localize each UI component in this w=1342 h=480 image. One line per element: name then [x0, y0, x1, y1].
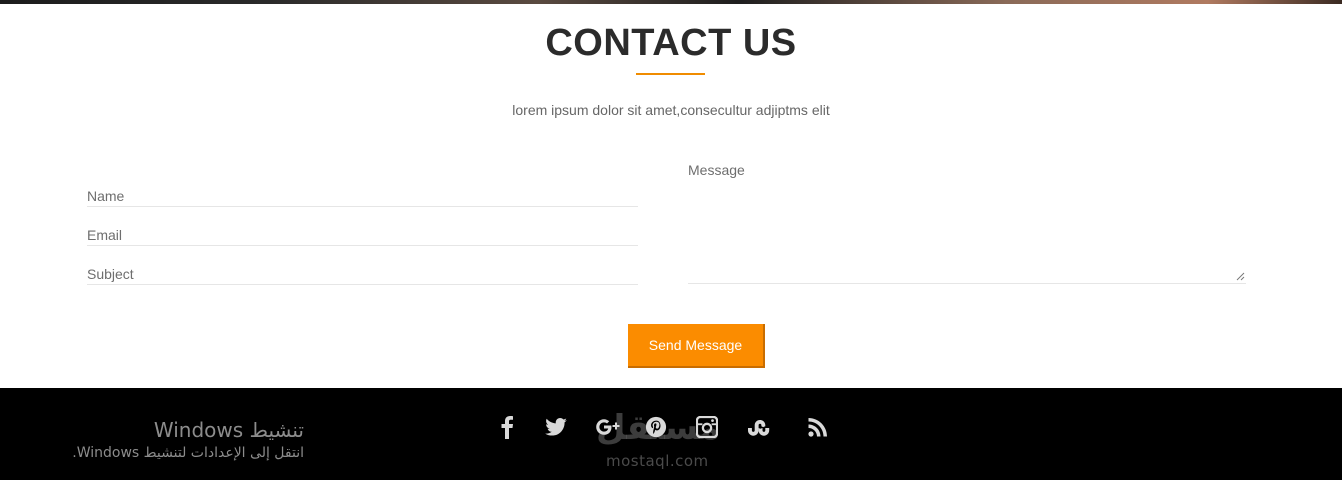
windows-activation-subtitle: انتقل إلى الإعدادات لتنشيط Windows. — [72, 445, 304, 461]
twitter-icon[interactable] — [541, 412, 571, 442]
rss-icon[interactable] — [803, 412, 833, 442]
pinterest-icon[interactable] — [641, 412, 671, 442]
send-message-button[interactable]: Send Message — [628, 324, 765, 368]
page-title: CONTACT US — [545, 22, 797, 64]
section-subtitle: lorem ipsum dolor sit amet,consecultur a… — [512, 102, 830, 118]
watermark-text: mostaql.com — [606, 452, 709, 470]
resize-handle-icon[interactable] — [1236, 272, 1245, 281]
email-field[interactable] — [87, 224, 638, 246]
subject-field[interactable] — [87, 263, 638, 285]
windows-activation-title: تنشيط Windows — [153, 418, 304, 442]
footer: مستقل mostaql.com تنشيط Windows انتقل إل… — [0, 388, 1342, 480]
name-field[interactable] — [87, 185, 638, 207]
instagram-icon[interactable] — [692, 412, 722, 442]
facebook-icon[interactable] — [492, 412, 522, 442]
message-field[interactable] — [688, 160, 1246, 284]
google-plus-icon[interactable] — [594, 412, 624, 442]
hero-image-edge — [0, 0, 1342, 4]
title-underline — [636, 73, 705, 75]
stumbleupon-icon[interactable] — [745, 412, 775, 442]
